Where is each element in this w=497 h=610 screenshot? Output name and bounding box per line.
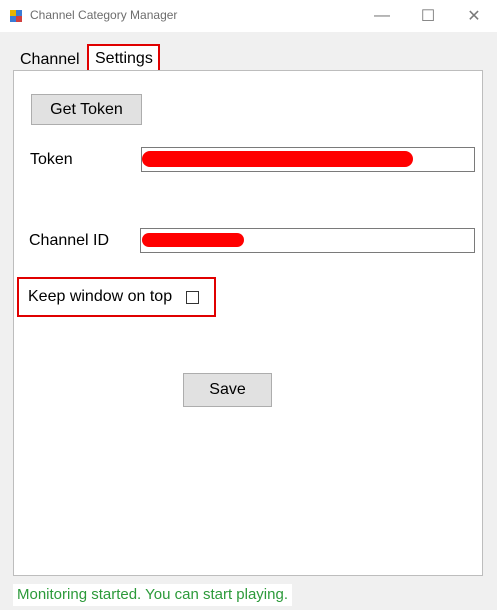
minimize-button[interactable]: —	[359, 0, 405, 32]
close-button[interactable]: ✕	[451, 0, 497, 32]
settings-panel	[13, 70, 483, 576]
title-bar: Channel Category Manager — ☐ ✕	[0, 0, 497, 32]
maximize-icon: ☐	[420, 8, 436, 25]
keep-on-top-label: Keep window on top	[28, 288, 173, 305]
app-icon	[9, 9, 23, 23]
keep-on-top-checkbox[interactable]	[186, 291, 199, 304]
token-label: Token	[30, 151, 73, 168]
maximize-button[interactable]: ☐	[405, 0, 451, 32]
tab-channel[interactable]: Channel	[20, 49, 80, 71]
close-icon: ✕	[467, 8, 481, 25]
channel-id-redaction	[142, 233, 244, 247]
get-token-button[interactable]: Get Token	[31, 94, 142, 125]
channel-id-label: Channel ID	[29, 232, 110, 249]
window-title: Channel Category Manager	[30, 8, 178, 22]
status-text: Monitoring started. You can start playin…	[13, 584, 292, 606]
minimize-icon: —	[374, 7, 390, 24]
token-redaction	[142, 151, 413, 167]
save-button[interactable]: Save	[183, 373, 272, 407]
tab-settings[interactable]: Settings	[87, 44, 160, 70]
